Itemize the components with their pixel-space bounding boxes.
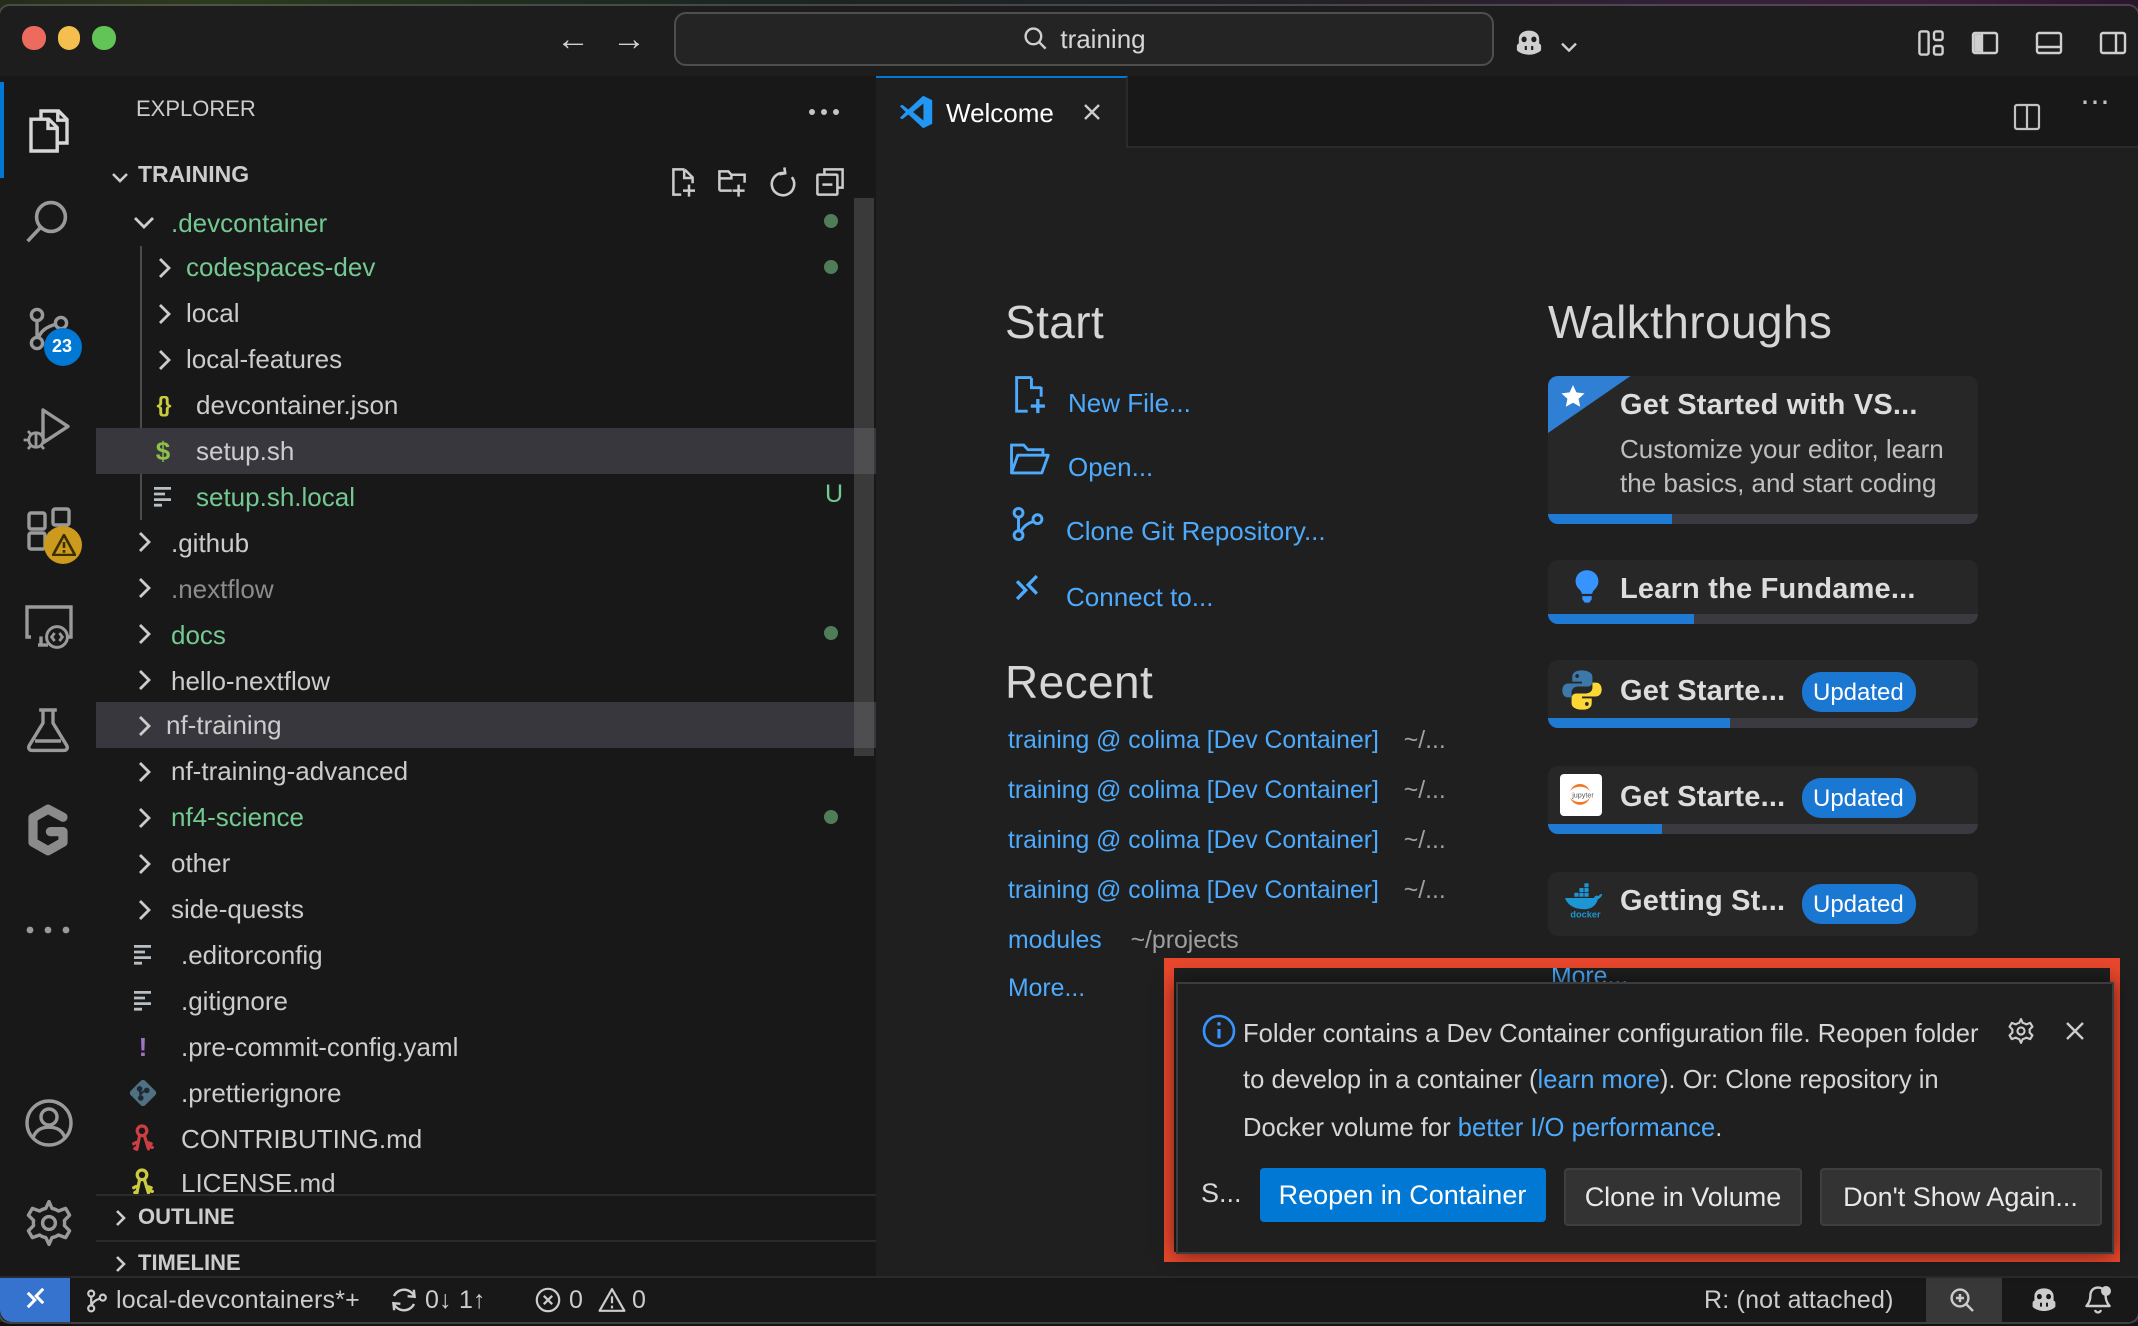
svg-text:docker: docker <box>1569 909 1600 919</box>
svg-text:jupyter: jupyter <box>1571 791 1594 800</box>
